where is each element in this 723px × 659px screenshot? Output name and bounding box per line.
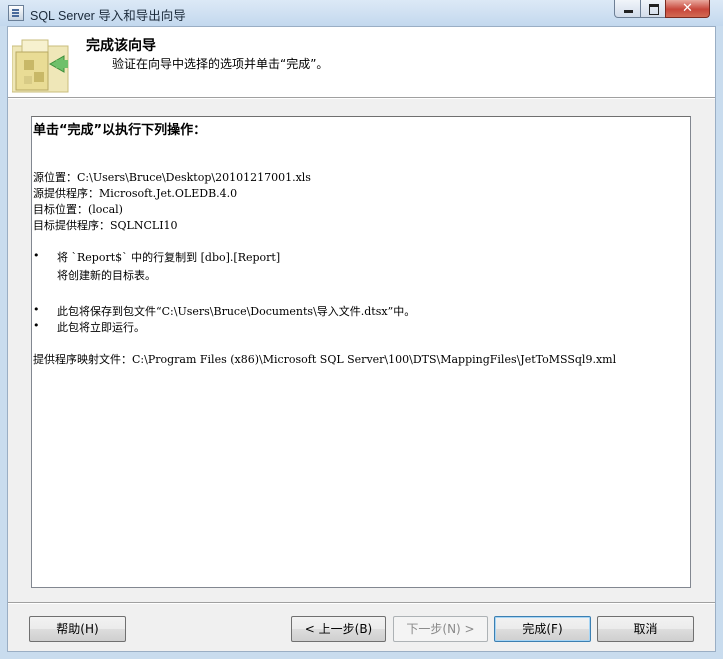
- create-table-text: 将创建新的目标表。: [57, 269, 156, 282]
- close-button[interactable]: ✕: [665, 0, 710, 18]
- header-divider: [8, 98, 715, 99]
- destination-location: 目标位置：(local): [33, 203, 123, 216]
- maximize-icon: [649, 4, 659, 15]
- wizard-client-area: 完成该向导 验证在向导中选择的选项并单击“完成”。 单击“完成”以执行下列操作：…: [7, 26, 716, 652]
- wizard-header: 完成该向导 验证在向导中选择的选项并单击“完成”。: [8, 27, 715, 98]
- bullet-icon: •: [33, 303, 40, 316]
- window-title: SQL Server 导入和导出向导: [30, 9, 186, 23]
- footer-divider-highlight: [8, 603, 715, 604]
- save-package-text: 此包将保存到包文件“C:\Users\Bruce\Documents\导入文件.…: [57, 305, 416, 318]
- back-button[interactable]: < 上一步(B): [291, 616, 386, 642]
- source-location: 源位置：C:\Users\Bruce\Desktop\20101217001.x…: [33, 171, 311, 184]
- summary-textbox[interactable]: 单击“完成”以执行下列操作： 源位置：C:\Users\Bruce\Deskto…: [31, 116, 691, 588]
- mapping-file: 提供程序映射文件：C:\Program Files (x86)\Microsof…: [33, 353, 617, 366]
- destination-provider: 目标提供程序：SQLNCLI10: [33, 219, 178, 232]
- wizard-window: SQL Server 导入和导出向导 ✕ 完成该向导 验证在向导中选择的选项并单: [0, 0, 723, 659]
- run-now-text: 此包将立即运行。: [57, 321, 145, 334]
- minimize-button[interactable]: [614, 0, 641, 18]
- maximize-button[interactable]: [640, 0, 666, 18]
- page-subtitle: 验证在向导中选择的选项并单击“完成”。: [112, 57, 329, 71]
- bullet-icon: •: [33, 249, 40, 262]
- copy-rows-text: 将 `Report$` 中的行复制到 [dbo].[Report]: [57, 251, 281, 264]
- title-bar[interactable]: SQL Server 导入和导出向导 ✕: [0, 0, 723, 26]
- minimize-icon: [624, 10, 633, 13]
- page-title: 完成该向导: [86, 38, 156, 54]
- app-icon: [8, 5, 24, 21]
- cancel-button[interactable]: 取消: [597, 616, 694, 642]
- finish-button[interactable]: 完成(F): [494, 616, 591, 642]
- help-button[interactable]: 帮助(H): [29, 616, 126, 642]
- source-provider: 源提供程序：Microsoft.Jet.OLEDB.4.0: [33, 187, 238, 200]
- next-button[interactable]: 下一步(N) >: [393, 616, 488, 642]
- wizard-folder-icon: [12, 39, 69, 93]
- bullet-icon: •: [33, 319, 40, 332]
- summary-heading: 单击“完成”以执行下列操作：: [33, 123, 207, 138]
- close-icon: ✕: [682, 1, 693, 16]
